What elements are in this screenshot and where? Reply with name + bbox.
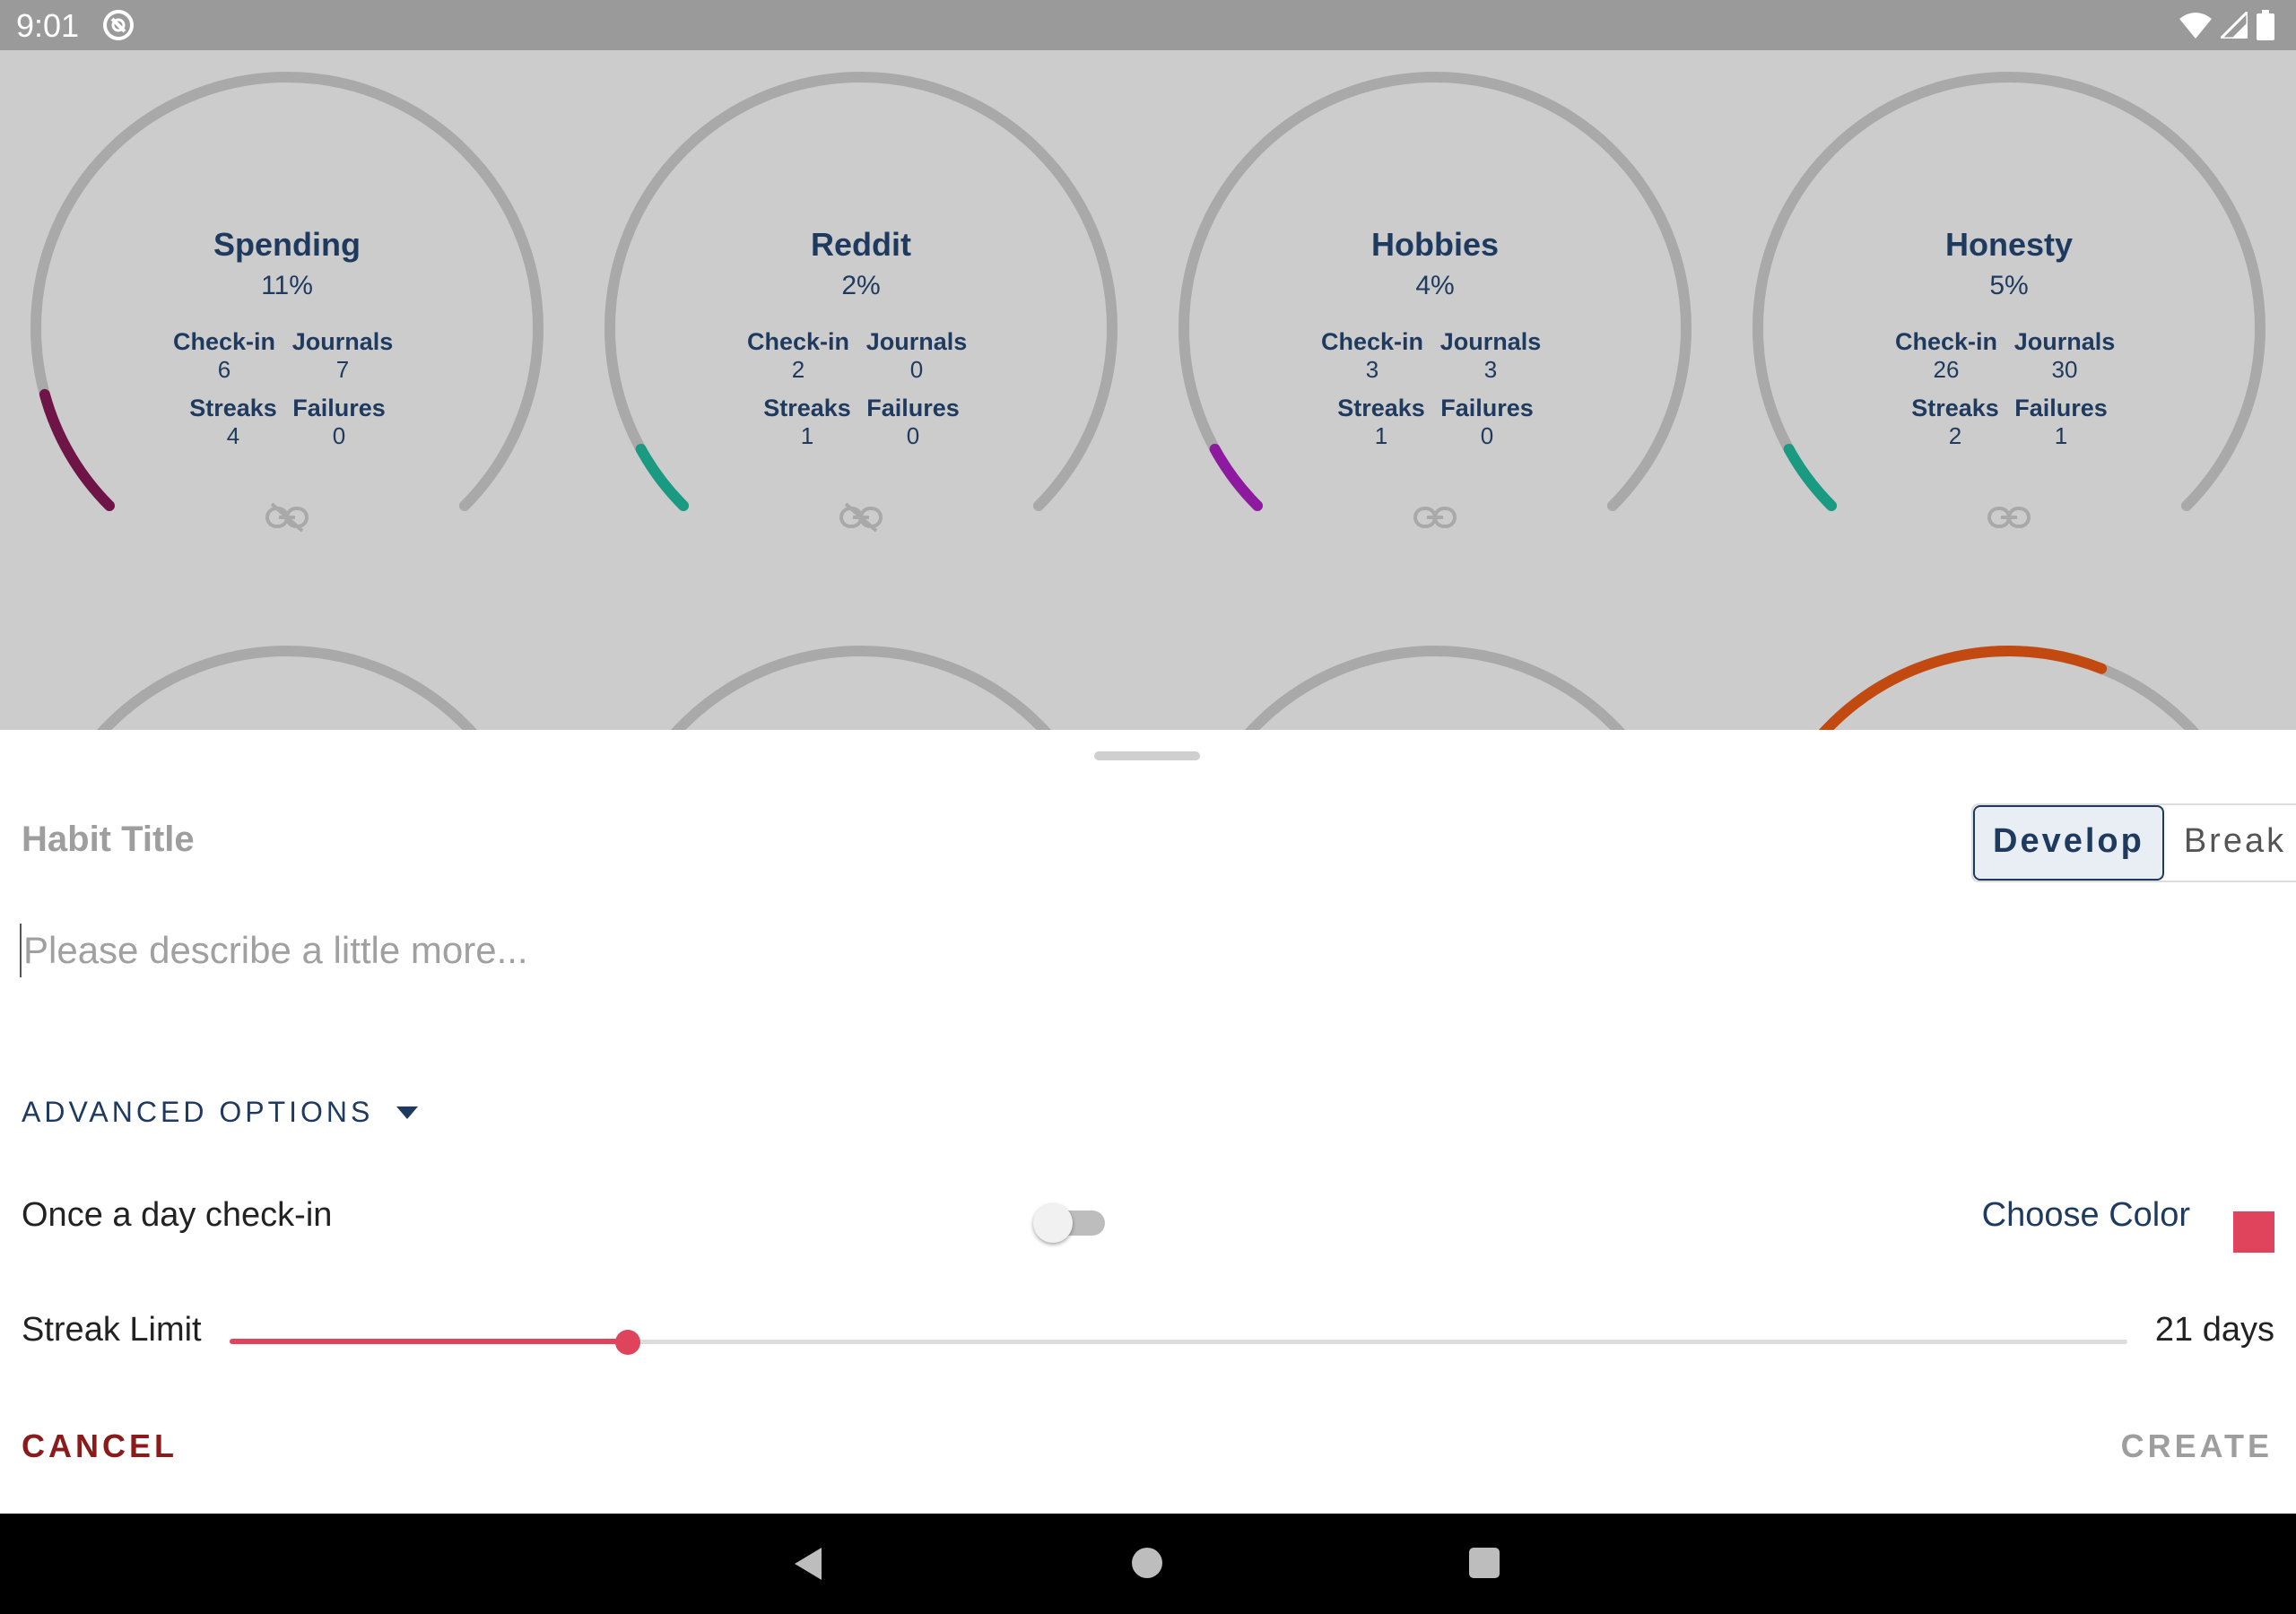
habit-gauges: Spending 11% Check-in 6 Journals 7 Streaks… [0,50,2296,730]
failures-label: Failures [2014,395,2108,421]
gauge-ring [671,646,1051,730]
gauge-title: Hobbies [1370,226,1499,263]
failures-value: 1 [2054,422,2068,449]
develop-button[interactable]: Develop [1973,805,2164,881]
link-broken-icon[interactable] [839,502,883,533]
chevron-down-icon [396,1106,419,1119]
gauge-track [1245,646,1625,730]
gauge-progress [1819,646,2108,730]
gauge-title: Reddit [811,226,911,263]
wifi-icon [2179,13,2212,39]
recents-icon[interactable] [1469,1548,1500,1578]
habit-gauge[interactable] [1749,642,2269,730]
gauge-progress [1783,443,1837,511]
color-swatch[interactable] [2233,1211,2274,1253]
failures-value: 0 [332,422,346,449]
gauge-ring [1245,646,1625,730]
gauge-percent: 2% [841,271,881,300]
advanced-options-toggle[interactable]: ADVANCED OPTIONS [22,1096,419,1129]
battery-icon [2257,10,2274,40]
journals-value: 7 [335,356,350,383]
failures-value: 0 [1480,422,1494,449]
back-icon[interactable] [791,1546,823,1582]
habit-gauge[interactable]: Reddit 2% Check-in 2 Journals 0 Streaks 1 F… [601,68,1121,588]
habit-gauge[interactable]: Spending 11% Check-in 6 Journals 7 Streaks… [27,68,547,588]
habit-title-field[interactable]: Habit Title [22,820,195,860]
gauge-track [671,646,1051,730]
signal-icon [2221,12,2248,39]
once-a-day-label: Once a day check-in [22,1196,333,1234]
gauge-progress [39,388,115,511]
habit-gauge[interactable] [601,642,1121,730]
gauge-percent: 5% [1989,271,2029,300]
habit-gauge[interactable] [27,642,547,730]
slider-fill [230,1339,629,1344]
journals-label: Journals [1439,328,1542,355]
drag-handle[interactable] [1094,751,1200,760]
gauge-progress [635,443,689,511]
cancel-button[interactable]: CANCEL [22,1427,178,1465]
habit-type-toggle: Develop Break [1971,803,2296,882]
journals-label: Journals [865,328,968,355]
failures-label: Failures [292,395,386,421]
habit-gauge[interactable] [1175,642,1695,730]
gauge-ring [1819,646,2199,730]
gauge-progress [1209,443,1263,511]
description-input[interactable] [20,924,1100,977]
link-icon[interactable] [1413,502,1457,533]
choose-color-label[interactable]: Choose Color [1982,1196,2190,1235]
gauge-title: Spending [213,226,361,263]
status-time: 9:01 [16,7,80,44]
advanced-options-label: ADVANCED OPTIONS [22,1096,374,1128]
failures-label: Failures [866,395,960,421]
journals-value: 3 [1483,356,1498,383]
link-icon[interactable] [1987,502,2031,533]
once-a-day-switch[interactable] [1033,1202,1105,1243]
gauge-percent: 4% [1415,271,1455,300]
gauge-title: Honesty [1944,226,2074,263]
streak-limit-slider[interactable] [230,1329,2127,1356]
gauge-ring [97,646,477,730]
streak-limit-label: Streak Limit [22,1311,202,1349]
break-button[interactable]: Break [2163,805,2296,881]
streak-limit-value: 21 days [2154,1311,2274,1349]
status-icons [2179,9,2274,41]
navigation-bar [0,1514,2296,1614]
failures-value: 0 [906,422,920,449]
slider-thumb[interactable] [615,1330,641,1355]
app-notification-icon [103,10,134,40]
status-bar: 9:01 [0,0,2296,50]
create-button[interactable]: CREATE [2121,1427,2273,1465]
gauge-percent: 11% [261,271,313,300]
failures-label: Failures [1440,395,1534,421]
journals-label: Journals [291,328,394,355]
habit-gauge[interactable]: Hobbies 4% Check-in 3 Journals 3 Streaks 1 … [1175,68,1695,588]
journals-value: 30 [2051,356,2078,383]
gauge-track [97,646,477,730]
journals-value: 0 [909,356,924,383]
create-habit-sheet: Habit Title Develop Break ADVANCED OPTIO… [0,730,2296,1514]
link-broken-icon[interactable] [265,502,309,533]
habit-gauge[interactable]: Honesty 5% Check-in 26 Journals 30 Streaks… [1749,68,2269,588]
journals-label: Journals [2013,328,2116,355]
home-icon[interactable] [1132,1548,1162,1578]
switch-thumb [1033,1203,1073,1243]
